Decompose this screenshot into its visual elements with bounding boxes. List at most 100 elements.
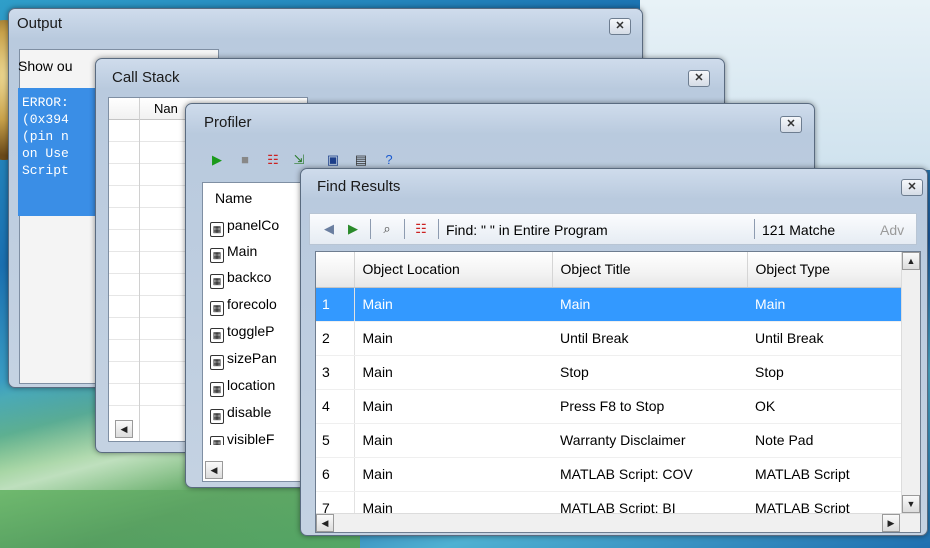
object-type-cell: MATLAB Script: [747, 457, 902, 492]
stop-icon[interactable]: ■: [236, 151, 254, 169]
profiler-item[interactable]: ▦ Main: [210, 243, 310, 264]
find-results-toolbar: ◀ ▶ ⌕ ☷ Find: " " in Entire Program 121 …: [309, 213, 917, 245]
object-location-cell: Main: [354, 423, 552, 458]
scroll-left-button[interactable]: ◀: [205, 461, 223, 479]
profiler-item[interactable]: ▦ panelCo: [210, 217, 310, 238]
call-stack-close-button[interactable]: ✕: [688, 70, 710, 87]
script-icon: ▦: [210, 328, 224, 343]
scroll-left-button[interactable]: ◀: [316, 514, 334, 532]
object-title-cell: Until Break: [552, 321, 747, 356]
toolbar-separator: [370, 219, 371, 239]
table-row[interactable]: 6 Main MATLAB Script: COV MATLAB Script: [316, 457, 902, 492]
row-number: 5: [316, 423, 355, 458]
horizontal-scrollbar[interactable]: ◀ ▶: [316, 513, 920, 532]
close-icon: ✕: [786, 118, 796, 130]
object-location-cell: Main: [354, 355, 552, 390]
toolbar-separator: [404, 219, 405, 239]
table-row[interactable]: 3 Main Stop Stop: [316, 355, 902, 390]
find-results-header-row: Object Location Object Title Object Type: [316, 252, 903, 288]
close-icon: ✕: [907, 181, 917, 193]
clear-icon[interactable]: ☷: [264, 151, 282, 169]
object-type-cell: Until Break: [747, 321, 902, 356]
output-close-button[interactable]: ✕: [609, 18, 631, 35]
profiler-item[interactable]: ▦ disable: [210, 404, 310, 425]
object-title-column-header[interactable]: Object Title: [552, 252, 748, 288]
find-results-grid[interactable]: Object Location Object Title Object Type…: [315, 251, 921, 533]
output-show-label: Show ou: [18, 58, 73, 74]
export-icon[interactable]: ⇲: [290, 151, 308, 169]
object-location-cell: Main: [354, 457, 552, 492]
row-number: 1: [316, 287, 355, 322]
binoculars-icon[interactable]: ⌕: [378, 220, 396, 238]
object-title-cell: Press F8 to Stop: [552, 389, 747, 424]
object-type-column-header[interactable]: Object Type: [747, 252, 903, 288]
find-results-window[interactable]: Find Results ✕ ◀ ▶ ⌕ ☷ Find: " " in Enti…: [300, 168, 928, 536]
profiler-close-button[interactable]: ✕: [780, 116, 802, 133]
find-results-close-button[interactable]: ✕: [901, 179, 923, 196]
script-icon: ▦: [210, 355, 224, 370]
find-results-table: Object Location Object Title Object Type…: [316, 252, 903, 526]
profiler-item[interactable]: ▦ backco: [210, 269, 310, 290]
row-number: 3: [316, 355, 355, 390]
script-icon: ▦: [210, 248, 224, 263]
find-query-label: Find: " " in Entire Program: [446, 222, 608, 238]
table-row[interactable]: 4 Main Press F8 to Stop OK: [316, 389, 902, 424]
close-icon: ✕: [694, 72, 704, 84]
script-icon: ▦: [210, 274, 224, 289]
previous-result-icon[interactable]: ◀: [320, 220, 338, 238]
row-number: 4: [316, 389, 355, 424]
table-row[interactable]: 2 Main Until Break Until Break: [316, 321, 902, 356]
object-type-cell: OK: [747, 389, 902, 424]
object-location-cell: Main: [354, 389, 552, 424]
table-row[interactable]: 1 Main Main Main: [316, 287, 902, 322]
row-number: 6: [316, 457, 355, 492]
next-result-icon[interactable]: ▶: [344, 220, 362, 238]
profiler-item[interactable]: ▦ sizePan: [210, 350, 310, 371]
object-title-cell: Stop: [552, 355, 747, 390]
scroll-up-button[interactable]: ▲: [902, 252, 920, 270]
vertical-scrollbar[interactable]: ▲ ▼: [901, 252, 920, 514]
scroll-left-button[interactable]: ◀: [115, 420, 133, 438]
object-type-cell: Note Pad: [747, 423, 902, 458]
profiler-item[interactable]: ▦ location: [210, 377, 310, 398]
toolbar-separator: [438, 219, 439, 239]
properties-icon[interactable]: ▤: [352, 151, 370, 169]
object-location-cell: Main: [354, 321, 552, 356]
call-stack-column-divider: [139, 98, 140, 441]
match-count-label: 121 Matche: [762, 222, 836, 238]
row-number: 2: [316, 321, 355, 356]
object-title-cell: Main: [552, 287, 747, 322]
scroll-down-button[interactable]: ▼: [902, 495, 920, 513]
script-icon: ▦: [210, 301, 224, 316]
scroll-right-button[interactable]: ▶: [882, 514, 900, 532]
output-log-text[interactable]: ERROR: (0x394 (pin n on Use Script: [18, 88, 98, 216]
play-icon[interactable]: ▶: [208, 151, 226, 169]
object-title-cell: MATLAB Script: COV: [552, 457, 747, 492]
object-location-cell: Main: [354, 287, 552, 322]
script-icon: ▦: [210, 409, 224, 424]
help-icon[interactable]: ?: [380, 151, 398, 169]
call-stack-name-column[interactable]: Nan: [154, 101, 178, 116]
script-icon: ▦: [210, 382, 224, 397]
object-location-column-header[interactable]: Object Location: [354, 252, 553, 288]
object-title-cell: Warranty Disclaimer: [552, 423, 747, 458]
profiler-item[interactable]: ▦ forecolo: [210, 296, 310, 317]
clear-results-icon[interactable]: ☷: [412, 220, 430, 238]
row-number-column-header[interactable]: [316, 252, 355, 288]
table-row[interactable]: 5 Main Warranty Disclaimer Note Pad: [316, 423, 902, 458]
toolbar-separator: [754, 219, 755, 239]
script-icon: ▦: [210, 436, 224, 445]
close-icon: ✕: [615, 20, 625, 32]
profiler-title: Profiler: [204, 114, 252, 131]
profiler-item[interactable]: ▦ toggleP: [210, 323, 310, 344]
profiler-name-column[interactable]: Name: [215, 190, 252, 206]
advanced-button[interactable]: Adv: [880, 222, 904, 238]
script-icon: ▦: [210, 222, 224, 237]
find-results-title: Find Results: [317, 178, 401, 195]
output-window-title: Output: [17, 15, 63, 32]
profiler-item[interactable]: ▦ visibleF: [210, 431, 310, 445]
save-icon[interactable]: ▣: [324, 151, 342, 169]
object-type-cell: Main: [747, 287, 902, 322]
call-stack-title: Call Stack: [112, 69, 180, 86]
object-type-cell: Stop: [747, 355, 902, 390]
